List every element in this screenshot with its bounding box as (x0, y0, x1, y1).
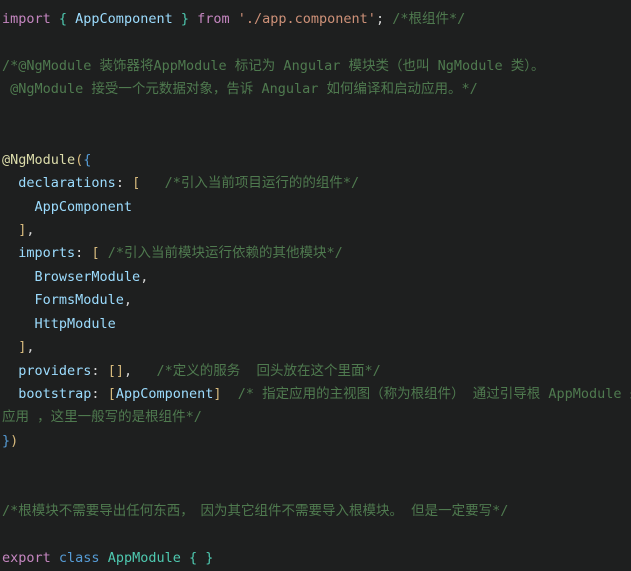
token-brace-open: { (50, 11, 76, 27)
code-editor-pane[interactable]: import { AppComponent } from './app.comp… (0, 0, 631, 566)
code-line-18: 应用 ，这里一般写的是根组件*/ (0, 406, 631, 429)
token-value-formsmodule: FormsModule (34, 292, 124, 309)
code-line-22: /*根模块不需要导出任何东西， 因为其它组件不需要导入根模块。 但是一定要写*/ (0, 500, 631, 523)
token-comma: , (140, 268, 149, 285)
token-comment-continuation: 应用 ，这里一般写的是根组件*/ (2, 409, 202, 426)
token-colon: : (91, 386, 108, 402)
token-value-httpmodule: HttpModule (34, 315, 116, 332)
code-line-4: @NgModule 接受一个元数据对象，告诉 Angular 如何编译和启动应用… (0, 78, 631, 101)
token-bracket-close: ] (213, 386, 222, 402)
token-comment: /*引入当前项目运行的的组件*/ (140, 175, 360, 192)
token-comma: , (123, 362, 133, 379)
token-module-path-string: './app.component' (237, 11, 376, 27)
token-class-name-appmodule: AppModule (107, 550, 181, 567)
token-curly-close: } (2, 432, 11, 449)
token-brace-close: } (172, 11, 198, 27)
token-value-appcomponent: AppComponent (115, 386, 214, 402)
code-line-3: /*@NgModule 装饰器将AppModule 标记为 Angular 模块… (0, 55, 631, 78)
token-keyword-export: export (2, 550, 51, 567)
token-comment: /*根组件*/ (384, 11, 466, 27)
token-curly-close: } (205, 550, 214, 567)
token-colon: : (91, 362, 108, 379)
code-line-13: FormsModule, (0, 289, 631, 312)
code-line-12: BrowserModule, (0, 266, 631, 289)
token-colon: : (75, 245, 92, 262)
token-bracket-open: [ (132, 175, 141, 192)
token-bracket-open: [ (107, 386, 116, 402)
token-value-browsermodule: BrowserModule (34, 268, 141, 285)
code-line-19: }) (0, 430, 631, 453)
token-comment-block-start: /*@NgModule 装饰器将AppModule 标记为 Angular 模块… (2, 57, 545, 74)
token-property-providers: providers (18, 362, 92, 379)
token-curly-open: { (189, 550, 198, 567)
token-paren-close: ) (10, 432, 19, 449)
token-comma: , (123, 292, 133, 309)
code-line-11: imports: [ /*引入当前模块运行依赖的其他模块*/ (0, 242, 631, 265)
code-line-9: AppComponent (0, 196, 631, 219)
token-bracket-open: [ (91, 245, 100, 262)
token-keyword-class: class (58, 550, 100, 567)
token-decorator-ngmodule: @NgModule (2, 151, 76, 168)
code-line-1: import { AppComponent } from './app.comp… (0, 8, 631, 31)
token-comment-root-module-note: /*根模块不需要导出任何东西， 因为其它组件不需要导入根模块。 但是一定要写*/ (2, 503, 509, 520)
token-comment: /* 指定应用的主视图（称为根组件） 通过引导根 AppModule 来启动 (221, 386, 631, 402)
code-line-24: export class AppModule { } (0, 547, 631, 570)
token-comma: , (26, 221, 35, 238)
token-curly-open: { (83, 151, 92, 168)
token-keyword-import: import (2, 11, 51, 27)
token-comment: /*定义的服务 回头放在这个里面*/ (132, 362, 381, 379)
code-line-15: ], (0, 336, 631, 359)
token-keyword-from: from (197, 11, 230, 27)
code-line-7: @NgModule({ (0, 149, 631, 172)
code-line-16: providers: [], /*定义的服务 回头放在这个里面*/ (0, 360, 631, 383)
token-comment-block-end: @NgModule 接受一个元数据对象，告诉 Angular 如何编译和启动应用… (2, 81, 478, 98)
token-property-imports: imports (18, 245, 76, 262)
token-property-declarations: declarations (18, 175, 116, 192)
token-colon: : (115, 175, 133, 192)
token-comment: /*引入当前模块运行依赖的其他模块*/ (99, 245, 343, 262)
token-app-component: AppComponent (75, 11, 173, 27)
code-line-8: declarations: [ /*引入当前项目运行的的组件*/ (0, 172, 631, 195)
code-line-17: bootstrap: [AppComponent] /* 指定应用的主视图（称为… (0, 383, 631, 406)
token-property-bootstrap: bootstrap (18, 386, 92, 402)
token-comma: , (26, 339, 35, 356)
code-line-10: ], (0, 219, 631, 242)
token-semicolon: ; (375, 11, 385, 27)
token-value-appcomponent: AppComponent (34, 198, 133, 215)
code-line-14: HttpModule (0, 313, 631, 336)
token-empty-array-brackets: [] (107, 362, 124, 379)
